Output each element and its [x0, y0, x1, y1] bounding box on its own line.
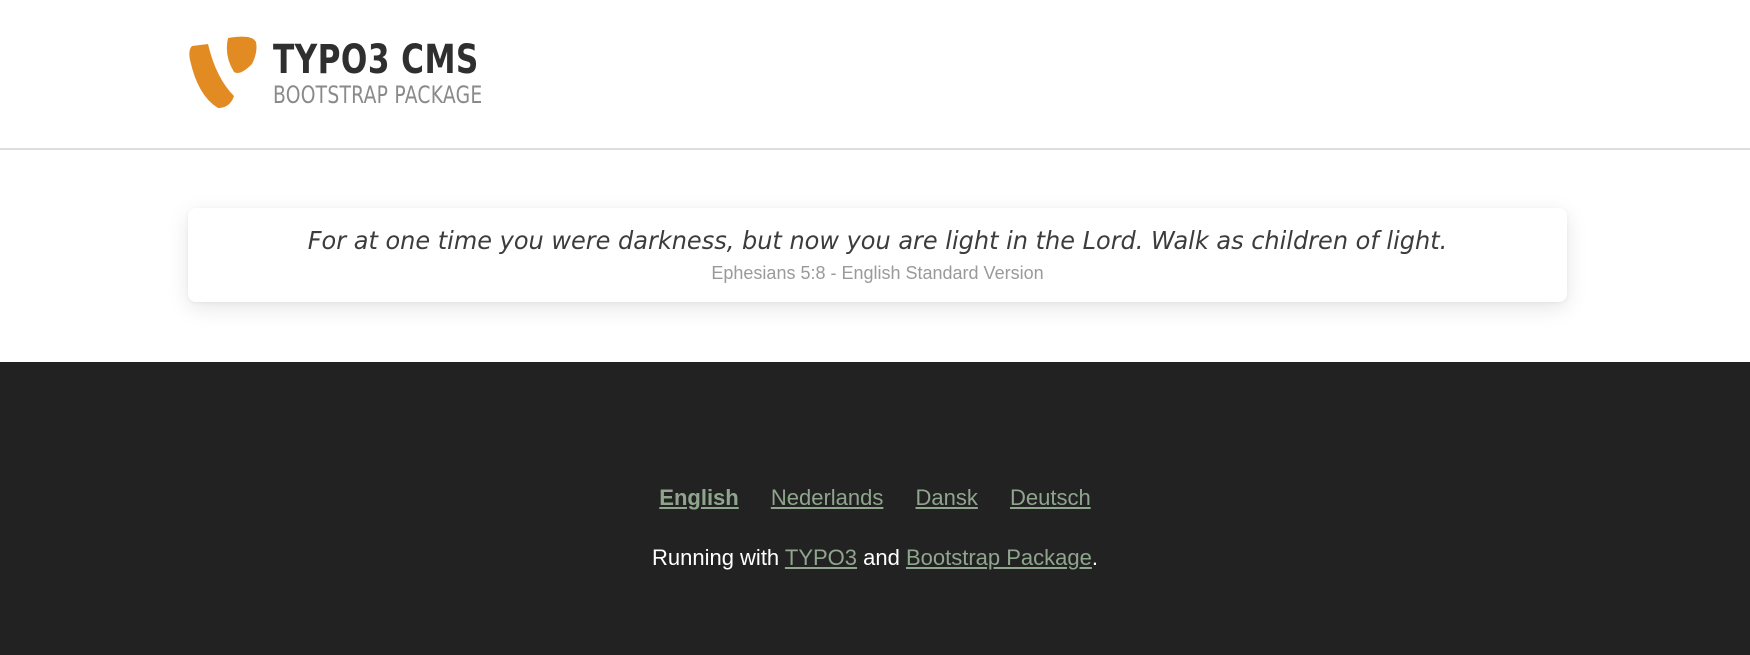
credits-middle: and — [857, 545, 906, 570]
language-menu: English Nederlands Dansk Deutsch — [0, 484, 1750, 512]
quote-source: Ephesians 5:8 - English Standard Version — [711, 263, 1044, 283]
logo-title: TYPO3 CMS — [273, 37, 479, 83]
logo-subtitle: BOOTSTRAP PACKAGE — [273, 81, 483, 109]
site-footer: English Nederlands Dansk Deutsch Running… — [0, 362, 1750, 655]
language-link-english[interactable]: English — [659, 485, 738, 510]
footer-credits: Running with TYPO3 and Bootstrap Package… — [0, 544, 1750, 572]
site-logo-link[interactable]: TYPO3 CMS BOOTSTRAP PACKAGE — [186, 36, 541, 108]
bootstrap-package-link[interactable]: Bootstrap Package — [906, 545, 1092, 570]
language-link-dansk[interactable]: Dansk — [916, 485, 978, 510]
typo3-logo-icon — [189, 36, 257, 108]
credits-suffix: . — [1091, 545, 1098, 570]
quote-text: For at one time you were darkness, but n… — [307, 226, 1448, 255]
logo-text: TYPO3 CMS BOOTSTRAP PACKAGE — [273, 38, 541, 108]
credits-prefix: Running with — [651, 545, 785, 570]
quote-card: For at one time you were darkness, but n… — [188, 208, 1567, 302]
typo3-link[interactable]: TYPO3 — [785, 545, 857, 570]
site-header: TYPO3 CMS BOOTSTRAP PACKAGE — [0, 0, 1750, 150]
main-content: For at one time you were darkness, but n… — [0, 150, 1750, 362]
language-link-deutsch[interactable]: Deutsch — [1010, 485, 1091, 510]
language-link-nederlands[interactable]: Nederlands — [771, 485, 884, 510]
